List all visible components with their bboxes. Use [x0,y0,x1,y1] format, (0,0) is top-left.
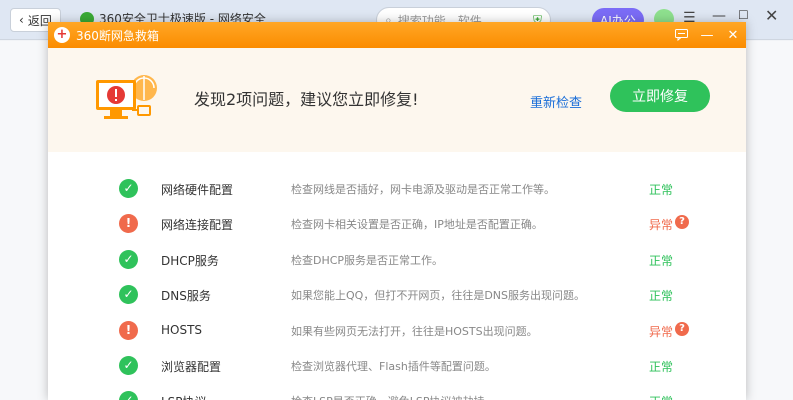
chevron-left-icon: ‹ [19,13,24,27]
check-item-description: 检查浏览器代理、Flash插件等配置问题。 [291,359,496,373]
check-item-status: 正常 [649,183,674,197]
check-item-description: 检查DHCP服务是否正常工作。 [291,253,444,267]
check-item-name: 浏览器配置 [161,359,222,374]
check-item: ✓ LSP协议 检查LSP是否正确，避免LSP协议被劫持 正常 [48,383,746,400]
check-circle-icon: ✓ [119,355,138,375]
check-item-name: LSP协议 [161,393,207,400]
check-item-description: 如果有些网页无法打开，往往是HOSTS出现问题。 [291,324,538,338]
feedback-icon[interactable] [668,22,694,48]
check-item-description: 如果您能上QQ，但打不开网页，往往是DNS服务出现问题。 [291,289,585,303]
close-icon[interactable]: ✕ [720,22,746,48]
network-repair-dialog: + 360断网急救箱 — ✕ 发现2项问题，建议您立即修复! 重新检查 立即修复… [48,22,746,400]
check-item-status: 正常 [649,393,673,400]
check-item: ✓ 浏览器配置 检查浏览器代理、Flash插件等配置问题。 正常 [48,348,746,383]
check-circle-icon: ✓ [119,179,138,198]
scan-result-panel: 发现2项问题，建议您立即修复! 重新检查 立即修复 [48,48,746,152]
minimize-icon[interactable]: — [694,22,720,48]
check-item-status: 正常 [649,359,674,374]
help-icon[interactable]: ? [675,321,689,336]
fix-now-button[interactable]: 立即修复 [610,80,710,112]
maximize-icon[interactable]: ☐ [738,8,749,22]
check-item-name: DNS服务 [161,289,211,304]
dialog-titlebar[interactable]: + 360断网急救箱 — ✕ [48,22,746,48]
scan-result-headline: 发现2项问题，建议您立即修复! [194,90,419,109]
check-item-status: 正常 [649,289,674,304]
check-item: ! HOSTS 如果有些网页无法打开，往往是HOSTS出现问题。 异常? [48,313,746,348]
monitor-warning-icon [96,75,157,119]
check-item-name: DHCP服务 [161,253,219,268]
close-icon[interactable]: ✕ [765,6,778,25]
check-item: ✓ 网络硬件配置 检查网线是否插好，网卡电源及驱动是否正常工作等。 正常 [48,171,746,206]
check-item-name: HOSTS [161,322,203,337]
first-aid-logo-icon: + [54,27,70,43]
check-circle-icon: ✓ [119,249,138,269]
check-circle-icon: ✓ [119,285,138,305]
error-circle-icon: ! [119,214,138,234]
check-circle-icon: ✓ [119,391,138,400]
help-icon[interactable]: ? [675,215,689,230]
dialog-title: 360断网急救箱 [76,28,159,43]
check-item: ✓ DNS服务 如果您能上QQ，但打不开网页，往往是DNS服务出现问题。 正常 [48,277,746,312]
check-item-status: 正常 [649,253,674,268]
rescan-link[interactable]: 重新检查 [530,92,582,111]
check-item-description: 检查网线是否插好，网卡电源及驱动是否正常工作等。 [291,183,555,196]
check-item: ✓ DHCP服务 检查DHCP服务是否正常工作。 正常 [48,242,746,277]
check-item-description: 检查网卡相关设置是否正确，IP地址是否配置正确。 [291,218,543,232]
check-item-status: 异常 [649,218,674,233]
check-item-name: 网络连接配置 [161,218,234,233]
check-item-name: 网络硬件配置 [161,183,234,197]
check-item-status: 异常 [649,324,674,339]
error-circle-icon: ! [119,320,138,340]
check-list: ✓ 网络硬件配置 检查网线是否插好，网卡电源及驱动是否正常工作等。 正常! 网络连接配置… [48,152,746,400]
check-item: ! 网络连接配置 检查网卡相关设置是否正确，IP地址是否配置正确。 异常? [48,206,746,241]
check-item-description: 检查LSP是否正确，避免LSP协议被劫持 [291,393,485,400]
